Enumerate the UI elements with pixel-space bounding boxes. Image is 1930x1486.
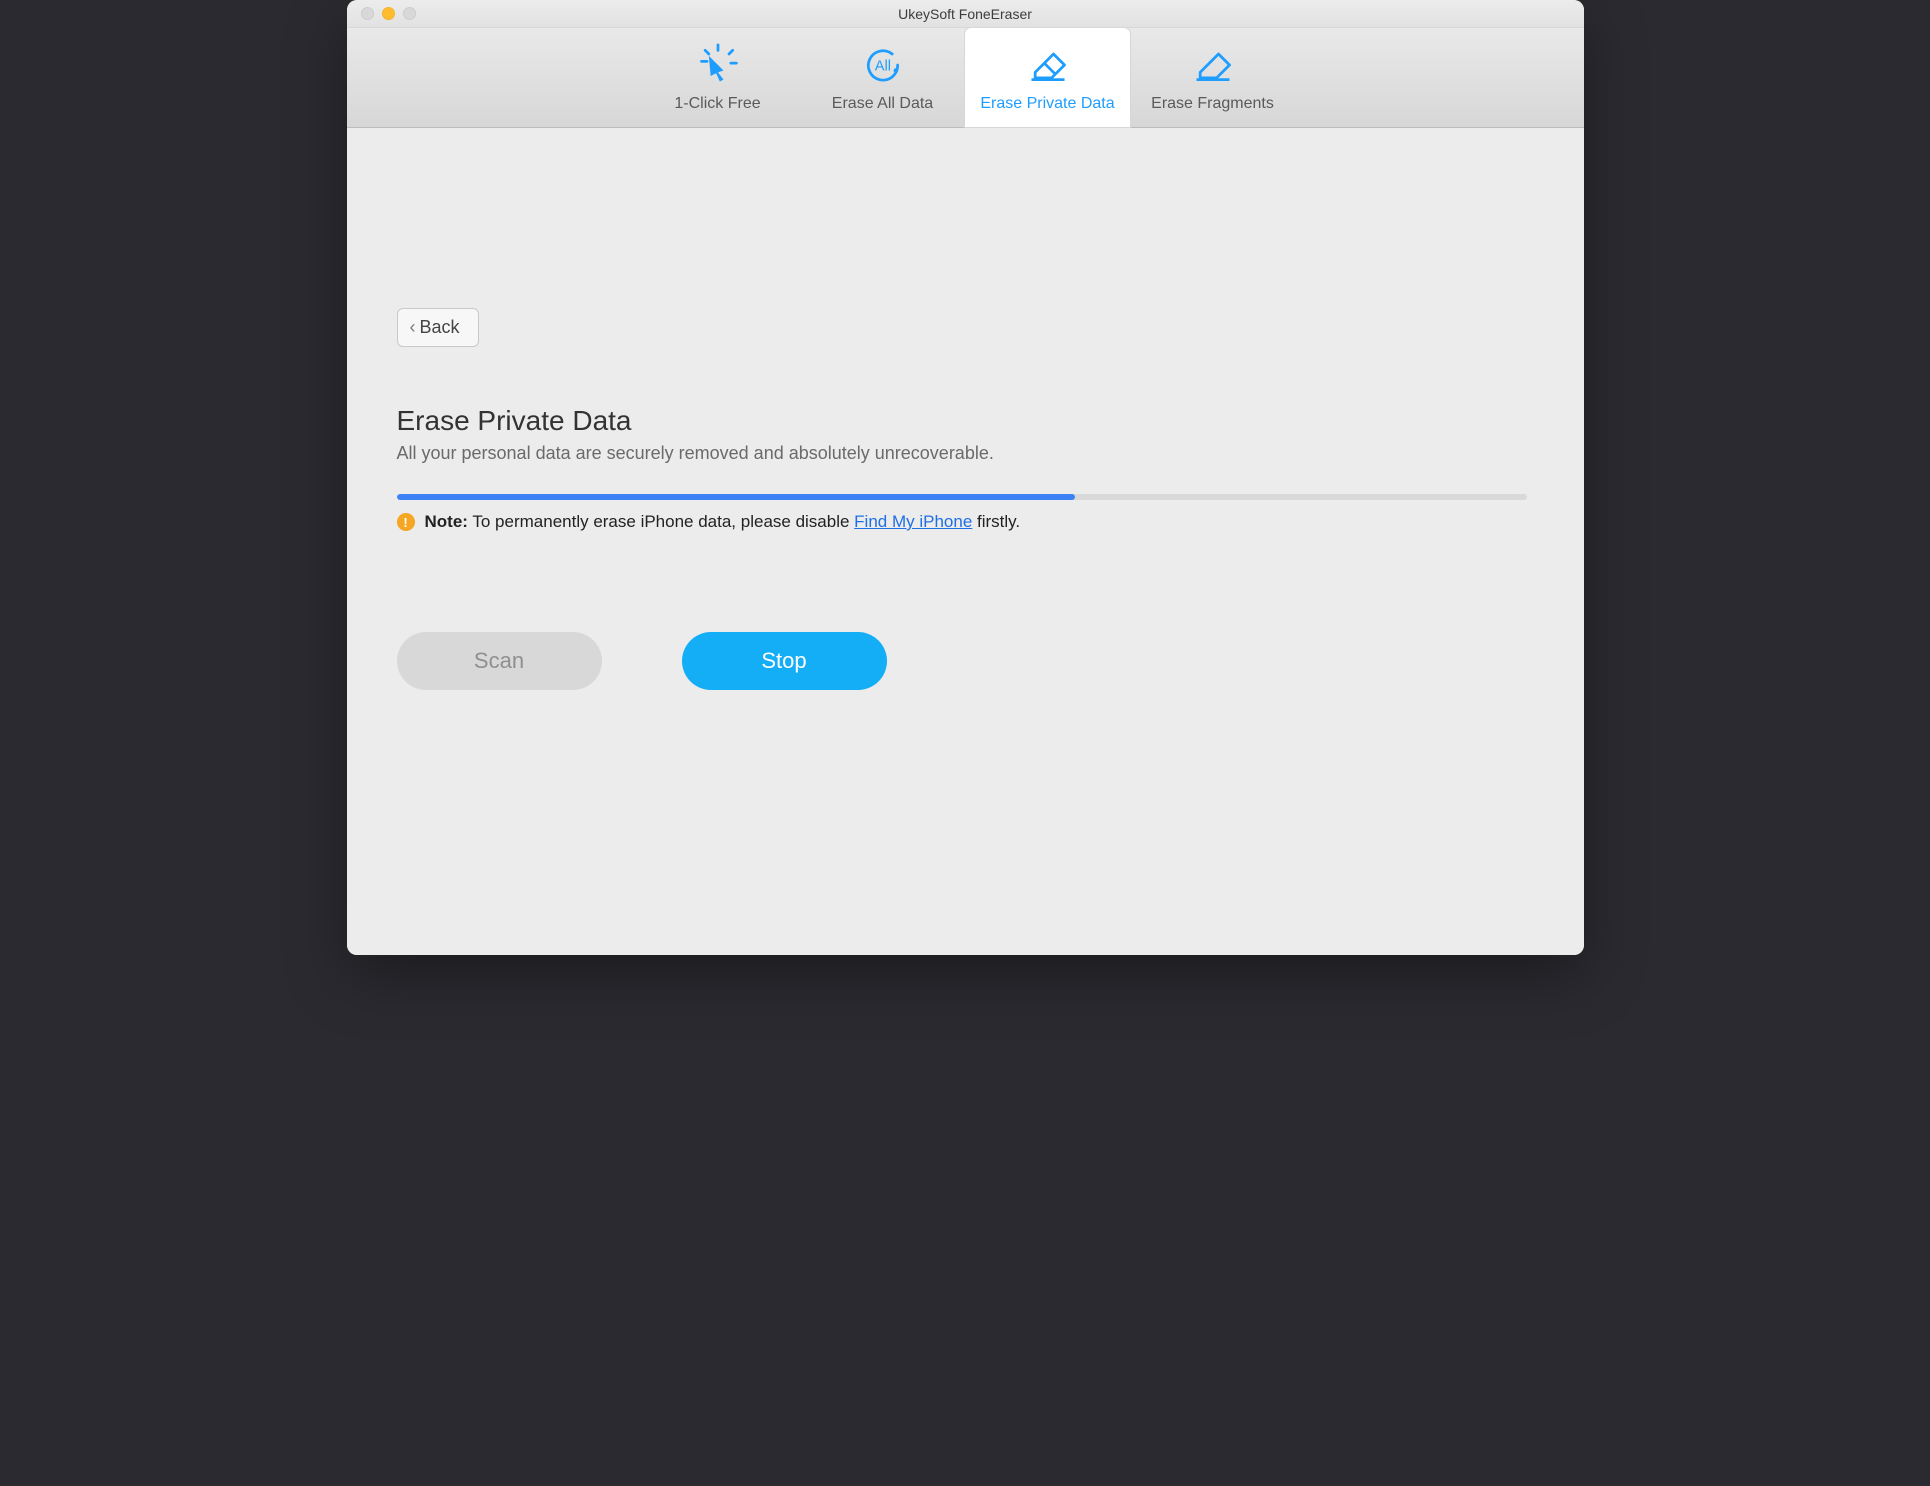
page-subtitle: All your personal data are securely remo… [397, 443, 1534, 464]
tab-erase-all-data[interactable]: All Erase All Data [800, 28, 965, 127]
note-text: Note: To permanently erase iPhone data, … [425, 512, 1021, 532]
cursor-click-icon [696, 43, 740, 87]
window-minimize-button[interactable] [382, 7, 395, 20]
note-label: Note: [425, 512, 468, 531]
progress-bar [397, 494, 1527, 500]
back-button[interactable]: ‹ Back [397, 308, 479, 347]
chevron-left-icon: ‹ [410, 317, 416, 338]
scan-button[interactable]: Scan [397, 632, 602, 690]
content-area: ‹ Back Erase Private Data All your perso… [347, 128, 1584, 955]
titlebar: UkeySoft FoneEraser [347, 0, 1584, 28]
warning-icon: ! [397, 513, 415, 531]
app-window: UkeySoft FoneEraser 1-Click Free All [347, 0, 1584, 955]
tab-one-click-free[interactable]: 1-Click Free [635, 28, 800, 127]
note-after: firstly. [972, 512, 1020, 531]
stop-button[interactable]: Stop [682, 632, 887, 690]
window-controls [361, 7, 416, 20]
back-label: Back [420, 317, 460, 338]
tab-label: Erase Fragments [1151, 95, 1274, 113]
tab-label: Erase Private Data [980, 95, 1114, 113]
page-title: Erase Private Data [397, 405, 1534, 437]
progress-fill [397, 494, 1075, 500]
tab-erase-private-data[interactable]: Erase Private Data [965, 28, 1130, 127]
note-row: ! Note: To permanently erase iPhone data… [397, 512, 1534, 532]
note-before: To permanently erase iPhone data, please… [468, 512, 854, 531]
action-buttons: Scan Stop [397, 632, 1534, 690]
main-toolbar: 1-Click Free All Erase All Data Erase [347, 28, 1584, 128]
tab-label: Erase All Data [832, 95, 933, 113]
eraser-fragments-icon [1191, 43, 1235, 87]
tab-erase-fragments[interactable]: Erase Fragments [1130, 28, 1295, 127]
find-my-iphone-link[interactable]: Find My iPhone [854, 512, 972, 531]
window-title: UkeySoft FoneEraser [898, 6, 1032, 22]
window-close-button[interactable] [361, 7, 374, 20]
tab-label: 1-Click Free [674, 95, 760, 113]
erase-all-icon: All [861, 43, 905, 87]
eraser-icon [1026, 43, 1070, 87]
window-zoom-button[interactable] [403, 7, 416, 20]
svg-text:All: All [874, 58, 890, 74]
